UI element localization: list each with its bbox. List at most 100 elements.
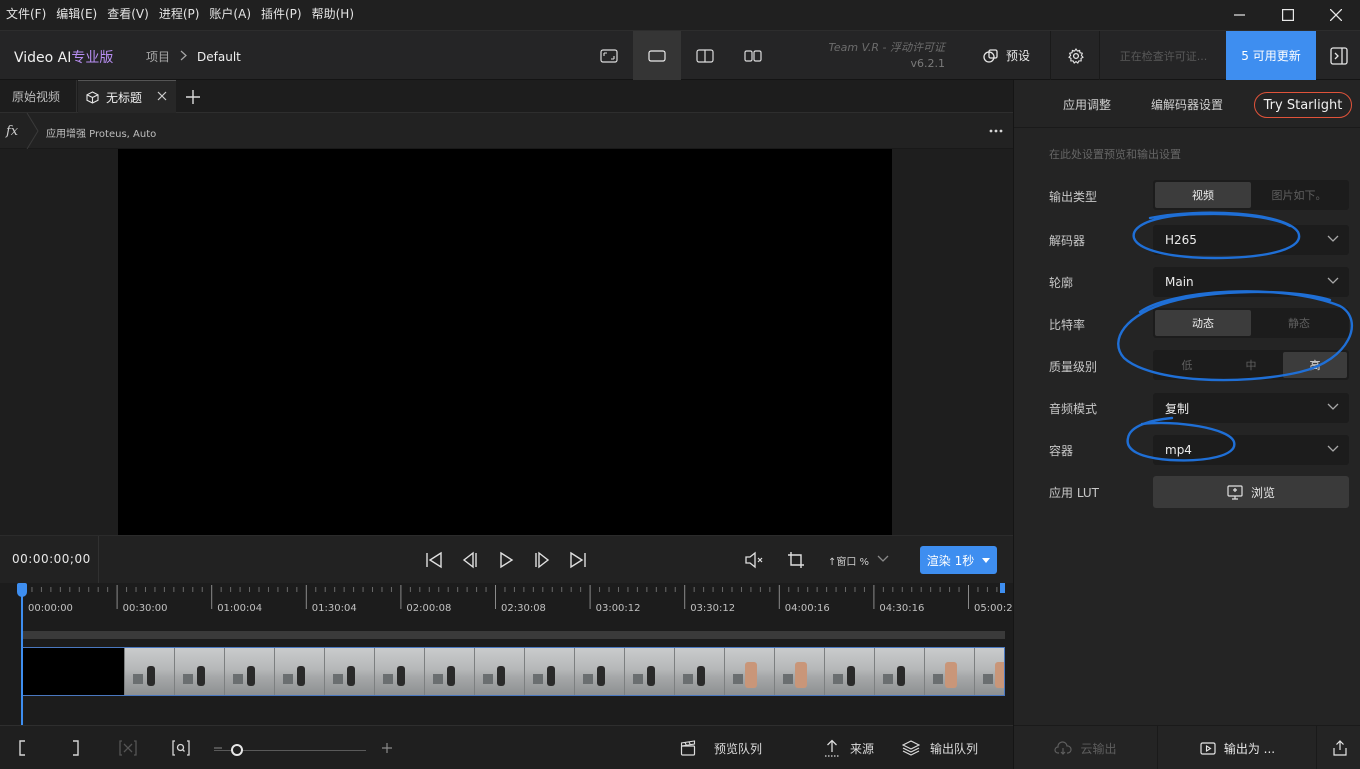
- preview-area: [0, 149, 1013, 535]
- video-filmstrip[interactable]: [22, 647, 1005, 696]
- filmstrip-frame: [624, 648, 674, 695]
- menu-process[interactable]: 进程(P): [154, 0, 205, 30]
- step-back-button[interactable]: [458, 548, 482, 572]
- quality-label: 质量级别: [1049, 360, 1098, 374]
- quality-toggle: 低 中 高: [1153, 350, 1349, 380]
- step-forward-button[interactable]: [530, 548, 554, 572]
- chevron-down-icon[interactable]: [877, 552, 889, 566]
- zoom-select[interactable]: ↑窗口 %: [828, 553, 869, 568]
- settings-hint: 在此处设置预览和输出设置: [1049, 148, 1181, 161]
- minimize-button[interactable]: [1216, 0, 1264, 30]
- zoom-to-fit-button[interactable]: [172, 738, 190, 758]
- filmstrip-frame: [824, 648, 874, 695]
- browse-lut-button[interactable]: 浏览: [1153, 476, 1349, 508]
- tab-apply-adjustments[interactable]: 应用调整: [1063, 96, 1111, 113]
- menu-view[interactable]: 查看(V): [102, 0, 154, 30]
- output-type-image[interactable]: 图片如下。: [1251, 182, 1347, 208]
- out-point-marker[interactable]: [1000, 583, 1005, 593]
- container-dropdown[interactable]: mp4: [1153, 435, 1349, 465]
- settings-panel: 应用调整 编解码器设置 Try Starlight 在此处设置预览和输出设置 输…: [1013, 80, 1360, 769]
- layers-icon: [902, 740, 920, 756]
- add-tab-button[interactable]: [182, 86, 204, 108]
- menu-file[interactable]: 文件(F): [0, 0, 51, 30]
- bitrate-constant[interactable]: 静态: [1251, 310, 1347, 336]
- chevron-down-icon: [1327, 277, 1339, 284]
- tab-untitled[interactable]: 无标题: [78, 80, 176, 113]
- playhead[interactable]: [21, 587, 23, 725]
- frame-object: [983, 674, 993, 684]
- ruler-tick-label: 02:00:08: [406, 603, 452, 614]
- tab-close-button[interactable]: [157, 90, 167, 104]
- audio-mode-value: 复制: [1165, 401, 1190, 416]
- settings-tabs: 应用调整 编解码器设置 Try Starlight: [1014, 80, 1360, 128]
- skip-to-start-button[interactable]: [422, 548, 446, 572]
- ruler-tick-label: 01:00:04: [217, 603, 263, 614]
- tab-codec-settings[interactable]: 编解码器设置: [1151, 96, 1223, 113]
- view-single-crop-button[interactable]: [585, 31, 633, 80]
- clear-range-button[interactable]: [119, 738, 137, 758]
- menu-edit[interactable]: 编辑(E): [51, 0, 102, 30]
- encoder-dropdown[interactable]: H265: [1153, 225, 1349, 255]
- output-type-video[interactable]: 视频: [1155, 182, 1251, 208]
- window-controls: [1216, 0, 1360, 30]
- render-preview-button[interactable]: 渲染 1秒: [920, 546, 997, 574]
- filmstrip-frame: [274, 648, 324, 695]
- set-in-point-button[interactable]: [18, 738, 26, 758]
- quality-low[interactable]: 低: [1155, 352, 1219, 378]
- frame-object: [883, 674, 893, 684]
- profile-dropdown[interactable]: Main: [1153, 267, 1349, 297]
- bitrate-dynamic[interactable]: 动态: [1155, 310, 1251, 336]
- preview-queue-button[interactable]: 预览队列: [680, 738, 762, 758]
- video-preview[interactable]: [118, 149, 892, 535]
- zoom-in-button[interactable]: [381, 738, 393, 758]
- updates-available-button[interactable]: 5 可用更新: [1226, 31, 1316, 80]
- filmstrip-frame: [174, 648, 224, 695]
- frame-figure: [897, 666, 905, 686]
- close-window-button[interactable]: [1312, 0, 1360, 30]
- view-split-button[interactable]: [681, 31, 729, 80]
- skip-end-icon: [570, 551, 586, 569]
- quality-medium[interactable]: 中: [1219, 352, 1283, 378]
- more-icon: [989, 129, 1003, 133]
- playhead-handle[interactable]: [17, 583, 27, 597]
- source-button[interactable]: 来源: [824, 738, 874, 758]
- breadcrumb-project[interactable]: 项目: [146, 48, 170, 65]
- tab-untitled-label: 无标题: [106, 90, 143, 105]
- output-queue-button[interactable]: 输出队列: [902, 738, 978, 758]
- cloud-export-button[interactable]: 云输出: [1014, 726, 1158, 769]
- audio-mode-dropdown[interactable]: 复制: [1153, 393, 1349, 423]
- tab-original-video[interactable]: 原始视频: [0, 80, 77, 113]
- mute-button[interactable]: [742, 548, 766, 572]
- timeline[interactable]: 00:00:00 00:30:00 01:00:04 01:30:04 02:00:08…: [0, 583, 1013, 725]
- filmstrip-frame: [474, 648, 524, 695]
- view-side-by-side-button[interactable]: [729, 31, 777, 80]
- ruler-tick-label: 02:30:08: [501, 603, 546, 614]
- chevron-right-icon: [180, 50, 187, 64]
- quality-high[interactable]: 高: [1283, 352, 1347, 378]
- try-starlight-button[interactable]: Try Starlight: [1254, 92, 1352, 118]
- frame-object: [383, 674, 393, 684]
- zoom-out-button[interactable]: [213, 738, 223, 758]
- toggle-panel-button[interactable]: [1318, 31, 1360, 80]
- skip-to-end-button[interactable]: [566, 548, 590, 572]
- maximize-button[interactable]: [1264, 0, 1312, 30]
- filmstrip-frame: [724, 648, 774, 695]
- preset-button[interactable]: 预设: [963, 31, 1051, 80]
- play-button[interactable]: [494, 548, 518, 572]
- minus-icon: [214, 747, 222, 749]
- export-as-button[interactable]: 输出为 ...: [1159, 726, 1317, 769]
- ruler-tick-label: 05:00:20: [974, 603, 1013, 614]
- crop-button[interactable]: [784, 548, 808, 572]
- settings-button[interactable]: [1052, 31, 1100, 80]
- play-icon: [500, 551, 514, 569]
- more-options-button[interactable]: [989, 123, 1003, 133]
- menu-help[interactable]: 帮助(H): [307, 0, 359, 30]
- menu-plugins[interactable]: 插件(P): [256, 0, 307, 30]
- profile-value: Main: [1165, 275, 1194, 289]
- view-single-button[interactable]: [633, 31, 681, 80]
- share-button[interactable]: [1318, 726, 1360, 769]
- set-out-point-button[interactable]: [72, 738, 80, 758]
- frame-object: [833, 674, 843, 684]
- menu-account[interactable]: 账户(A): [204, 0, 256, 30]
- timeline-zoom-handle[interactable]: [231, 744, 243, 756]
